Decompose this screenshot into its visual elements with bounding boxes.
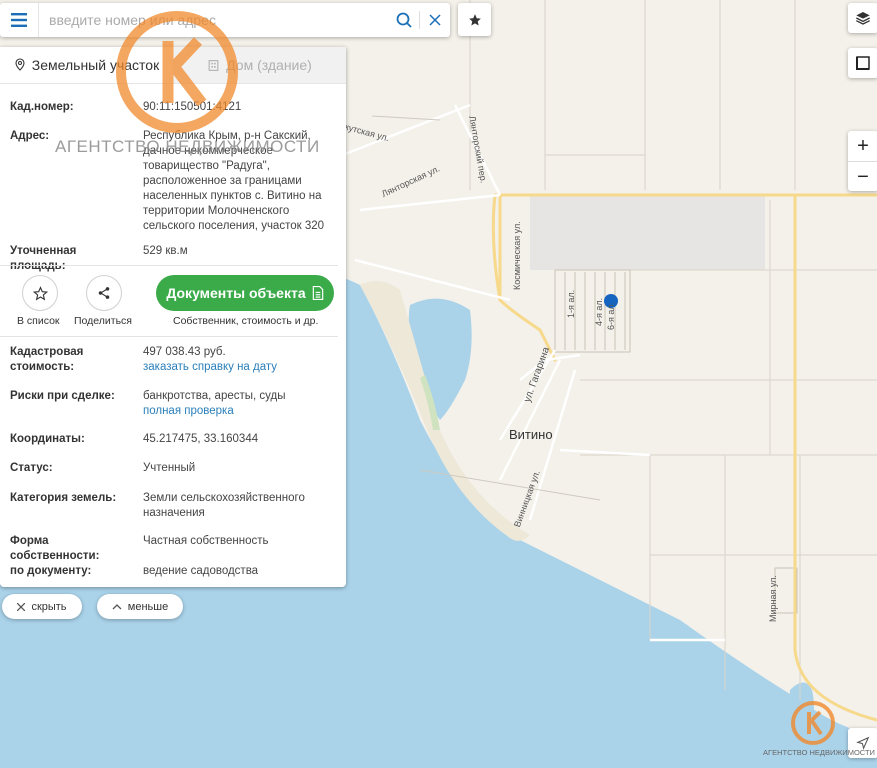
zoom-in-button[interactable]: + (848, 131, 877, 162)
documents-button[interactable]: Документы объекта (156, 275, 334, 311)
watermark-text: АГЕНТСТВО НЕДВИЖИМОСТИ (55, 137, 320, 156)
share-icon (98, 287, 110, 299)
by-document-value: ведение садоводства (143, 565, 259, 577)
cadastral-cost-label: Кадастровая стоимость: (10, 346, 84, 373)
cadastral-cost-block: 497 038.43 руб. заказать справку на дату (143, 345, 338, 375)
layers-button[interactable] (848, 3, 877, 33)
ruler-button[interactable] (848, 48, 877, 78)
add-to-list-label: В список (17, 315, 60, 327)
star-icon (468, 13, 481, 26)
menu-icon (11, 13, 27, 27)
risks-label: Риски при сделке: (10, 390, 115, 402)
search-button[interactable] (389, 3, 419, 37)
risks-block: банкротства, аресты, суды полная проверк… (143, 389, 338, 419)
full-check-link[interactable]: полная проверка (143, 404, 338, 419)
status-label: Статус: (10, 462, 53, 474)
cadastral-cost-value: 497 038.43 руб. (143, 346, 226, 358)
menu-button[interactable] (0, 3, 39, 37)
share-button[interactable] (86, 275, 122, 311)
pin-icon (15, 58, 25, 71)
by-document-label: по документу: (10, 565, 92, 577)
zoom-control: + − (848, 131, 877, 191)
hide-button-label: скрыть (31, 600, 67, 613)
status-value: Учтенный (143, 462, 196, 474)
add-to-list-button[interactable] (22, 275, 58, 311)
map-label-mirnaya: Мирная ул. (768, 575, 778, 622)
ownership-value: Частная собственность (143, 535, 269, 547)
map-label-alley-4: 4-я ал. (594, 297, 604, 326)
area-label: Уточненная площадь: (10, 245, 77, 272)
close-icon (429, 14, 441, 26)
map-label-vitino: Витино (509, 427, 553, 442)
search-icon (396, 12, 412, 28)
divider (0, 265, 338, 266)
map-label-alley-6: 6-я ал. (606, 301, 616, 330)
less-button-label: меньше (127, 600, 169, 613)
ruler-icon (856, 56, 870, 70)
close-icon (17, 602, 26, 611)
divider (0, 336, 338, 337)
share-label: Поделиться (74, 315, 132, 327)
hide-button[interactable]: скрыть (2, 594, 82, 619)
chevron-up-icon (112, 604, 122, 610)
clear-button[interactable] (420, 3, 450, 37)
documents-subtitle: Собственник, стоимость и др. (173, 315, 319, 327)
less-button[interactable]: меньше (97, 594, 183, 619)
zoom-out-button[interactable]: − (848, 162, 877, 192)
document-icon (312, 286, 323, 300)
favorites-button[interactable] (458, 3, 491, 36)
land-category-label: Категория земель: (10, 492, 117, 504)
risks-value: банкротства, аресты, суды (143, 390, 286, 402)
tab-house-label: Дом (здание) (226, 57, 312, 73)
area-value: 529 кв.м (143, 245, 188, 257)
map-label-kosmicheskaya: Космическая ул. (512, 221, 522, 290)
coordinates-value: 45.217475, 33.160344 (143, 433, 259, 445)
layers-icon (856, 12, 870, 25)
agency-logo-watermark (116, 11, 238, 133)
ownership-label: Форма собственности: (10, 535, 100, 562)
watermark-small-text: АГЕНТСТВО НЕДВИЖИМОСТИ (763, 748, 875, 757)
agency-logo-small (791, 701, 835, 745)
documents-button-label: Документы объекта (166, 285, 306, 301)
land-category-value: Земли сельскохозяйственного назначения (143, 492, 305, 519)
coordinates-label: Координаты: (10, 433, 85, 445)
star-outline-icon (32, 285, 48, 301)
map-label-alley-1: 1-я ал. (566, 289, 576, 318)
order-certificate-link[interactable]: заказать справку на дату (143, 360, 338, 375)
